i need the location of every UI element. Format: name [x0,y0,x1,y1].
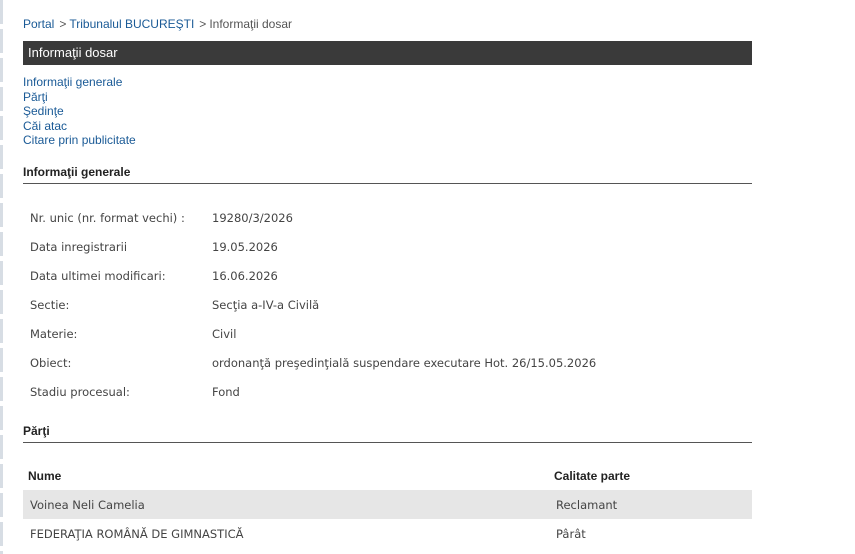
info-label: Obiect: [30,355,72,370]
left-edge-decoration [0,0,3,554]
parties-header-row: Nume Calitate parte [23,461,752,490]
info-value: ordonanţă preşedinţială suspendare execu… [212,355,597,370]
column-header-role: Calitate parte [554,468,631,483]
info-label: Data inregistrarii [30,239,128,254]
breadcrumb-current: Informaţii dosar [209,17,293,31]
nav-link-parties[interactable]: Părţi [23,90,136,105]
info-row: Materie: Civil [23,319,596,348]
info-row: Sectie: Secţia a-IV-a Civilă [23,290,596,319]
parties-heading: Părţi [23,424,752,443]
general-info-heading: Informaţii generale [23,165,752,184]
parties-table: Nume Calitate parte Voinea Neli Camelia … [23,461,752,548]
page-title: Informaţii dosar [28,45,118,60]
info-label: Nr. unic (nr. format vechi) : [30,210,185,225]
breadcrumb-tribunal[interactable]: Tribunalul BUCUREŞTI [69,17,194,31]
nav-link-hearings[interactable]: Şedinţe [23,104,136,119]
info-value: 19.05.2026 [212,239,278,254]
info-value: 16.06.2026 [212,268,278,283]
info-row: Stadiu procesual: Fond [23,377,596,406]
table-row: Voinea Neli Camelia Reclamant [23,490,752,519]
breadcrumb: Portal > Tribunalul BUCUREŞTI > Informaţii d… [23,17,292,31]
party-name: FEDERAŢIA ROMÂNĂ DE GIMNASTICĂ [30,526,244,541]
breadcrumb-separator: > [199,17,207,31]
general-info-table: Nr. unic (nr. format vechi) : 19280/3/20… [23,203,596,406]
info-row: Obiect: ordonanţă preşedinţială suspenda… [23,348,596,377]
breadcrumb-separator: > [59,17,67,31]
info-row: Data ultimei modificari: 16.06.2026 [23,261,596,290]
info-value: Fond [212,384,240,399]
party-role: Pârât [556,526,586,541]
info-row: Nr. unic (nr. format vechi) : 19280/3/20… [23,203,596,232]
general-info-heading-text: Informaţii generale [23,165,131,179]
info-label: Materie: [30,326,78,341]
column-header-name: Nume [28,468,62,483]
section-nav: Informaţii generale Părţi Şedinţe Căi at… [23,75,136,148]
table-row: FEDERAŢIA ROMÂNĂ DE GIMNASTICĂ Pârât [23,519,752,548]
info-label: Stadiu procesual: [30,384,130,399]
nav-link-appeals[interactable]: Căi atac [23,119,136,134]
party-name: Voinea Neli Camelia [23,490,549,519]
nav-link-citations[interactable]: Citare prin publicitate [23,133,136,148]
info-label: Data ultimei modificari: [30,268,166,283]
party-role: Reclamant [549,490,752,519]
info-row: Data inregistrarii 19.05.2026 [23,232,596,261]
parties-heading-text: Părţi [23,424,50,438]
info-value: Secţia a-IV-a Civilă [212,297,320,312]
breadcrumb-portal[interactable]: Portal [23,17,54,31]
info-label: Sectie: [30,297,70,312]
nav-link-general-info[interactable]: Informaţii generale [23,75,136,90]
info-value: 19280/3/2026 [212,210,293,225]
page-title-bar: Informaţii dosar [23,41,752,65]
info-value: Civil [212,326,237,341]
